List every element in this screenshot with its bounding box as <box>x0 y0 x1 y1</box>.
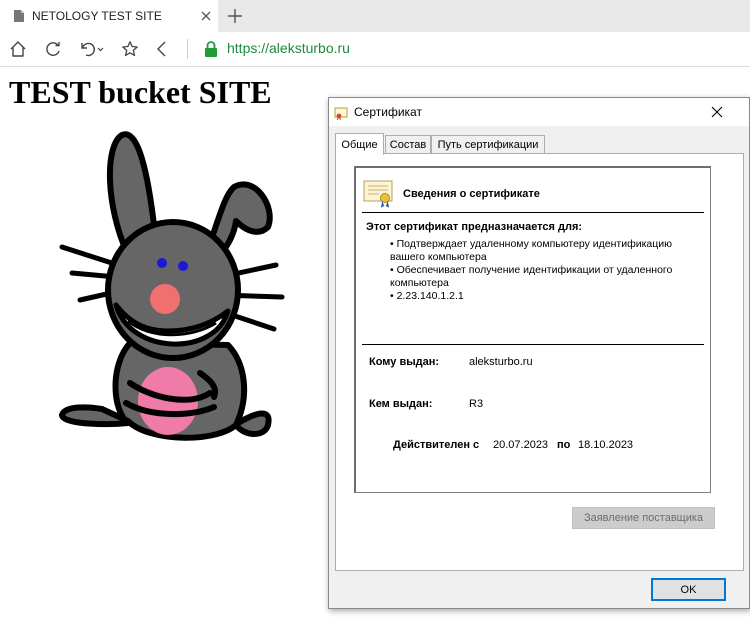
purpose-item: • 2.23.140.1.2.1 <box>390 290 464 302</box>
bunny-image <box>59 131 285 441</box>
tab-details[interactable]: Состав <box>385 135 431 154</box>
purpose-list: • Подтверждает удаленному компьютеру иде… <box>390 238 700 303</box>
certificate-small-icon <box>334 107 348 120</box>
issued-to-value: aleksturbo.ru <box>469 356 533 368</box>
back-icon[interactable] <box>153 40 171 58</box>
purpose-heading: Этот сертификат предназначается для: <box>366 221 583 233</box>
certificate-icon <box>363 180 393 208</box>
valid-to-value: 18.10.2023 <box>578 439 634 451</box>
address-bar-url[interactable]: https://aleksturbo.ru <box>227 40 350 56</box>
close-icon[interactable] <box>709 104 725 120</box>
purpose-item: • Подтверждает удаленному компьютеру иде… <box>390 238 673 263</box>
bookmark-star-icon[interactable] <box>121 40 139 58</box>
home-icon[interactable] <box>9 40 27 58</box>
tab-title: NETOLOGY TEST SITE <box>32 9 162 23</box>
valid-to-label: по <box>557 439 571 451</box>
ok-button[interactable]: OK <box>651 578 726 601</box>
reload-icon[interactable] <box>44 40 62 58</box>
purpose-item: • Обеспечивает получение идентификации о… <box>390 264 673 289</box>
tab-bar: NETOLOGY TEST SITE <box>0 0 750 32</box>
page-title: TEST bucket SITE <box>9 74 272 110</box>
divider <box>362 344 704 345</box>
browser-tab[interactable]: NETOLOGY TEST SITE <box>0 0 218 32</box>
browser-toolbar: https://aleksturbo.ru <box>0 32 750 67</box>
bunny-nose <box>150 284 180 314</box>
bunny-right-eye <box>178 261 188 271</box>
bunny-left-eye <box>157 258 167 268</box>
divider <box>362 212 704 213</box>
certificate-info-box: Сведения о сертификате Этот сертификат п… <box>354 166 711 493</box>
address-separator <box>187 39 188 59</box>
lock-icon[interactable] <box>204 40 218 58</box>
issued-to-label: Кому выдан: <box>369 356 440 368</box>
valid-from-label: Действителен с <box>393 439 480 451</box>
dialog-title: Сертификат <box>354 105 422 119</box>
certificate-heading: Сведения о сертификате <box>403 188 540 200</box>
dialog-panel: Сведения о сертификате Этот сертификат п… <box>335 153 744 571</box>
close-tab-icon[interactable] <box>198 8 214 24</box>
new-tab-icon[interactable] <box>226 7 244 25</box>
tab-general[interactable]: Общие <box>335 133 384 155</box>
issued-by-value: R3 <box>469 398 484 410</box>
dialog-titlebar[interactable]: Сертификат <box>329 98 749 126</box>
issuer-statement-button[interactable]: Заявление поставщика <box>572 507 715 529</box>
valid-from-value: 20.07.2023 <box>493 439 549 451</box>
issued-by-label: Кем выдан: <box>369 398 433 410</box>
certificate-dialog: Сертификат Общие Состав Путь сертификаци… <box>328 97 750 609</box>
tab-certification-path[interactable]: Путь сертификации <box>431 135 545 154</box>
undo-close-tab-icon[interactable] <box>78 40 104 58</box>
page-icon <box>14 10 24 22</box>
